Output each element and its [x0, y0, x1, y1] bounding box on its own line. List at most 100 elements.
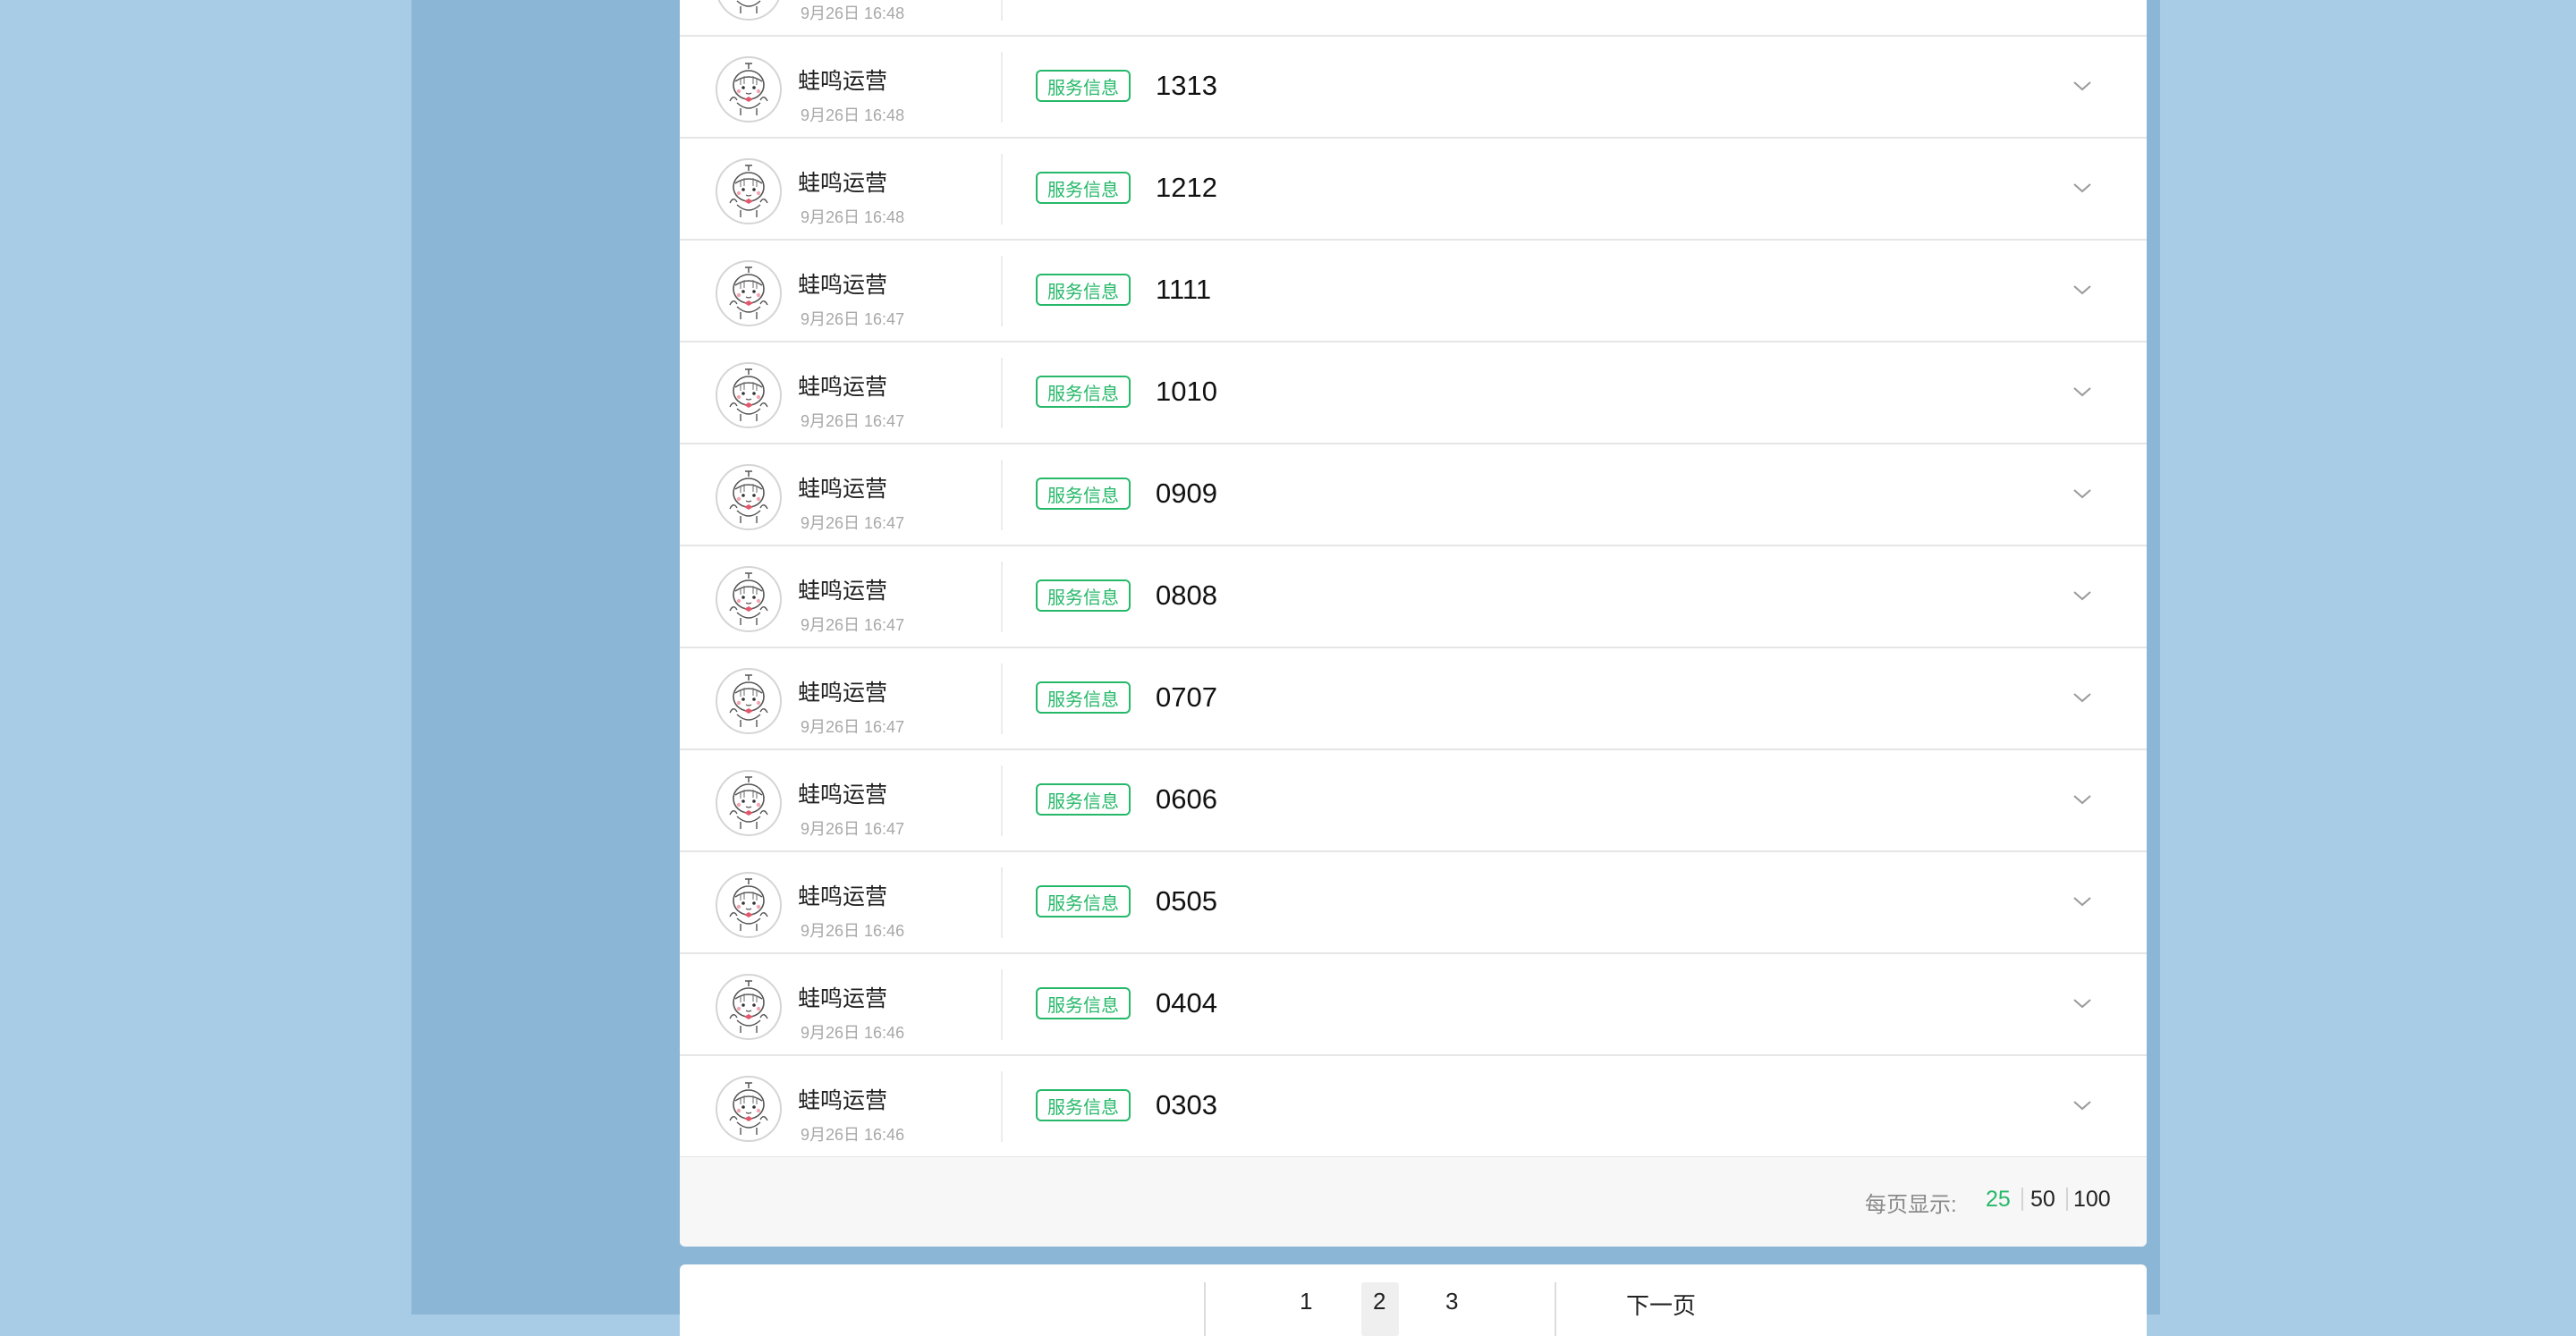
page-size-label: 每页显示:: [1865, 1193, 1957, 1217]
pagination: 1 2 3 下一页: [680, 1264, 2147, 1336]
message-row[interactable]: 蛙鸣运营 9月26日 16:47 服务信息 0808: [680, 545, 2147, 648]
service-info-badge: 服务信息: [1036, 987, 1131, 1019]
message-row[interactable]: 蛙鸣运营 9月26日 16:48 服务信息 1313: [680, 36, 2147, 139]
message-title: 0505: [1156, 885, 1217, 917]
page-link-2[interactable]: 2: [1373, 1288, 1385, 1315]
row-divider: [1001, 256, 1003, 326]
message-row[interactable]: 蛙鸣运营 9月26日 16:46 服务信息 0505: [680, 851, 2147, 954]
chevron-down-icon[interactable]: [2072, 1095, 2093, 1116]
row-divider: [1001, 52, 1003, 123]
cartoon-girl-avatar-icon: [716, 566, 782, 632]
cartoon-girl-avatar-icon: [716, 1076, 782, 1142]
sender-name: 蛙鸣运营: [798, 782, 888, 808]
row-divider: [1001, 867, 1003, 938]
chevron-down-icon[interactable]: [2072, 381, 2093, 402]
service-info-badge: 服务信息: [1036, 783, 1131, 816]
row-divider: [1001, 460, 1003, 530]
service-info-badge: 服务信息: [1036, 885, 1131, 917]
message-time: 9月26日 16:48: [801, 208, 905, 226]
message-title: 0404: [1156, 987, 1217, 1019]
sender-name: 蛙鸣运营: [798, 986, 888, 1011]
message-time: 9月26日 16:48: [801, 4, 905, 22]
pagination-divider: [1204, 1282, 1206, 1336]
message-time: 9月26日 16:46: [801, 1126, 905, 1144]
cartoon-girl-avatar-icon: [716, 668, 782, 734]
row-divider: [1001, 765, 1003, 836]
cartoon-girl-avatar-icon: [716, 158, 782, 224]
chevron-down-icon[interactable]: [2072, 177, 2093, 199]
cartoon-girl-avatar-icon: [716, 770, 782, 836]
sender-name: 蛙鸣运营: [798, 681, 888, 706]
message-title: 0808: [1156, 579, 1217, 611]
service-info-badge: 服务信息: [1036, 70, 1131, 102]
row-divider: [1001, 969, 1003, 1040]
page-size-option-100[interactable]: 100: [2073, 1187, 2111, 1213]
service-info-badge: 服务信息: [1036, 579, 1131, 612]
service-info-badge: 服务信息: [1036, 478, 1131, 510]
chevron-down-icon[interactable]: [2072, 687, 2093, 708]
service-info-badge: 服务信息: [1036, 376, 1131, 408]
row-divider: [1001, 154, 1003, 224]
chevron-down-icon[interactable]: [2072, 585, 2093, 606]
message-row[interactable]: 蛙鸣运营 9月26日 16:47 服务信息 0909: [680, 444, 2147, 546]
message-title: 1111: [1156, 274, 1212, 305]
page-size-bar: 每页显示: 25 50 100: [680, 1157, 2147, 1247]
service-info-badge: 服务信息: [1036, 274, 1131, 306]
sender-name: 蛙鸣运营: [798, 579, 888, 604]
chevron-down-icon[interactable]: [2072, 75, 2093, 97]
page-link-3[interactable]: 3: [1445, 1288, 1458, 1315]
next-page-button[interactable]: 下一页: [1626, 1288, 1696, 1321]
page-size-option-25[interactable]: 25: [1986, 1187, 2011, 1213]
sender-name: 蛙鸣运营: [798, 69, 888, 94]
message-title: 1313: [1156, 70, 1217, 101]
message-row[interactable]: 蛙鸣运营 9月26日 16:47 服务信息 1111: [680, 240, 2147, 342]
page-size-option-50[interactable]: 50: [2030, 1187, 2055, 1213]
message-row[interactable]: 蛙鸣运营 9月26日 16:48 服务信息 1212: [680, 138, 2147, 241]
message-row[interactable]: 蛙鸣运营 9月26日 16:47 服务信息 0707: [680, 647, 2147, 750]
message-row[interactable]: 蛙鸣运营 9月26日 16:48 服务信息: [680, 0, 2147, 37]
message-row[interactable]: 蛙鸣运营 9月26日 16:47 服务信息 1010: [680, 342, 2147, 444]
message-time: 9月26日 16:47: [801, 616, 905, 634]
chevron-down-icon[interactable]: [2072, 891, 2093, 912]
row-divider: [1001, 664, 1003, 734]
message-title: 0303: [1156, 1089, 1217, 1120]
page-link-1[interactable]: 1: [1300, 1288, 1312, 1315]
chevron-down-icon[interactable]: [2072, 483, 2093, 504]
chevron-down-icon[interactable]: [2072, 279, 2093, 300]
sender-name: 蛙鸣运营: [798, 273, 888, 298]
chevron-down-icon[interactable]: [2072, 789, 2093, 810]
page-size-divider: [2021, 1188, 2023, 1211]
message-time: 9月26日 16:47: [801, 820, 905, 838]
cartoon-girl-avatar-icon: [716, 362, 782, 428]
cartoon-girl-avatar-icon: [716, 260, 782, 326]
sender-name: 蛙鸣运营: [798, 375, 888, 400]
message-row[interactable]: 蛙鸣运营 9月26日 16:46 服务信息 0404: [680, 953, 2147, 1056]
row-divider: [1001, 358, 1003, 428]
message-title: 0606: [1156, 783, 1217, 815]
sender-name: 蛙鸣运营: [798, 1088, 888, 1113]
chevron-down-icon[interactable]: [2072, 993, 2093, 1014]
message-time: 9月26日 16:47: [801, 514, 905, 532]
page-size-divider: [2066, 1188, 2068, 1211]
service-info-badge: 服务信息: [1036, 172, 1131, 204]
message-row[interactable]: 蛙鸣运营 9月26日 16:46 服务信息 0303: [680, 1055, 2147, 1158]
cartoon-girl-avatar-icon: [716, 872, 782, 938]
row-divider: [1001, 1071, 1003, 1142]
message-time: 9月26日 16:47: [801, 310, 905, 328]
message-list-panel: 蛙鸣运营 9月26日 16:48 服务信息: [680, 0, 2147, 1247]
sender-name: 蛙鸣运营: [798, 171, 888, 196]
pagination-divider: [1555, 1282, 1556, 1336]
message-time: 9月26日 16:47: [801, 412, 905, 430]
message-row[interactable]: 蛙鸣运营 9月26日 16:47 服务信息 0606: [680, 749, 2147, 852]
service-info-badge: 服务信息: [1036, 1089, 1131, 1121]
sender-name: 蛙鸣运营: [798, 477, 888, 502]
row-divider: [1001, 0, 1003, 21]
message-time: 9月26日 16:46: [801, 922, 905, 940]
cartoon-girl-avatar-icon: [716, 0, 782, 21]
message-time: 9月26日 16:47: [801, 718, 905, 736]
message-title: 1212: [1156, 172, 1217, 203]
cartoon-girl-avatar-icon: [716, 56, 782, 123]
service-info-badge: 服务信息: [1036, 681, 1131, 714]
message-title: 1010: [1156, 376, 1217, 407]
cartoon-girl-avatar-icon: [716, 974, 782, 1040]
